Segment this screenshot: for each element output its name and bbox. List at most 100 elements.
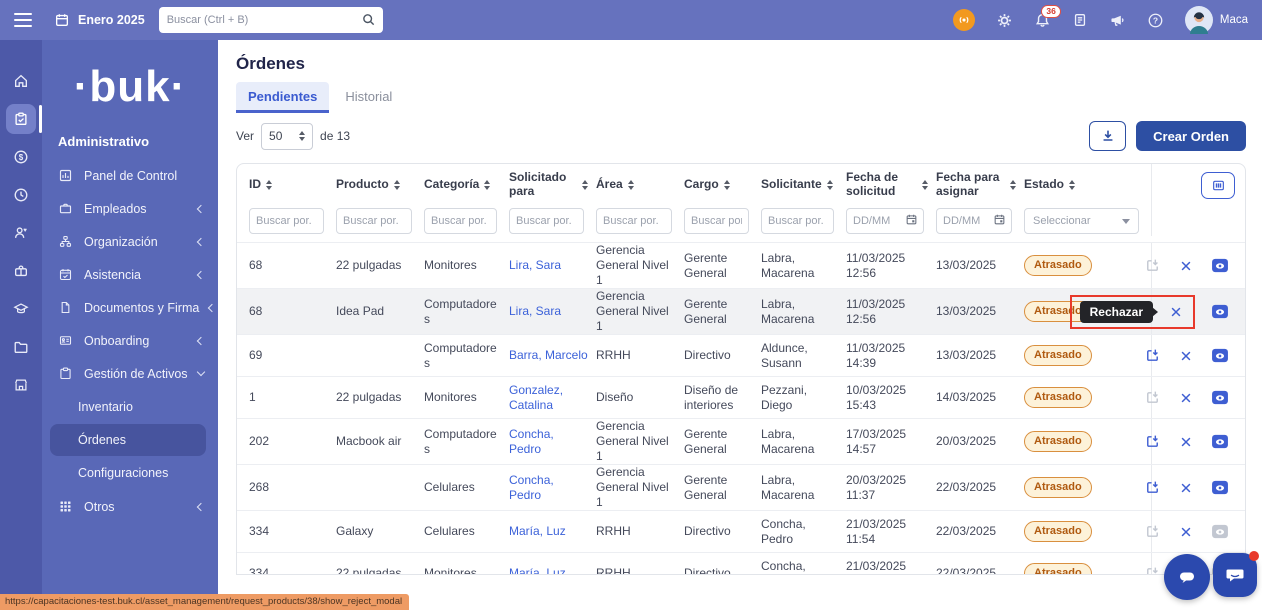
filter-estado-select[interactable]: Seleccionar [1024, 208, 1139, 234]
sidebar-subitem-ordenes[interactable]: Órdenes [50, 424, 206, 456]
sidebar-item-documentos-y-firma[interactable]: Documentos y Firma [42, 291, 218, 324]
per-page-select[interactable]: 50 [261, 123, 313, 150]
hamburger-menu-icon[interactable] [14, 13, 32, 27]
marketplace-store-icon[interactable] [6, 370, 36, 400]
notes-icon[interactable] [1072, 12, 1088, 28]
period-selector[interactable]: Enero 2025 [54, 12, 145, 28]
sidebar-subitem-inventario[interactable]: Inventario [50, 391, 206, 423]
cell-fecha-solicitud: 11/03/202514:39 [846, 341, 936, 371]
chevron-left-icon [197, 270, 205, 278]
cell-area: RRHH [596, 566, 684, 575]
view-order-button[interactable] [1211, 303, 1229, 321]
settings-gear-icon[interactable] [996, 12, 1013, 29]
assign-order-button[interactable] [1143, 479, 1161, 497]
assign-order-button[interactable] [1143, 347, 1161, 365]
filter-cargo-input[interactable] [684, 208, 749, 234]
column-header-area[interactable]: Área [596, 178, 684, 192]
view-order-button[interactable] [1211, 257, 1229, 275]
filter-id-input[interactable] [249, 208, 324, 234]
assign-order-button[interactable] [1143, 389, 1161, 407]
assign-order-button[interactable] [1143, 433, 1161, 451]
column-header-solicitante[interactable]: Solicitante [761, 178, 846, 192]
reject-annotation-box: Rechazar [1177, 433, 1195, 451]
column-header-cargo[interactable]: Cargo [684, 178, 761, 192]
create-order-button[interactable]: Crear Orden [1136, 121, 1246, 151]
reject-order-button[interactable] [1177, 433, 1195, 451]
filter-fecha-solicitud-input[interactable] [846, 208, 924, 234]
filter-categoria-input[interactable] [424, 208, 497, 234]
assign-order-button[interactable] [1143, 257, 1161, 275]
solicitado-para-link[interactable]: Concha, Pedro [509, 427, 554, 456]
solicitado-para-link[interactable]: Concha, Pedro [509, 473, 554, 502]
filter-solicitante-input[interactable] [761, 208, 834, 234]
column-header-fecha-solicitud[interactable]: Fecha de solicitud [846, 171, 936, 199]
export-download-button[interactable] [1089, 121, 1126, 151]
tab-historial[interactable]: Historial [333, 82, 404, 113]
cell-area: Gerencia General Nivel 1 [596, 419, 684, 464]
reject-order-button[interactable] [1177, 523, 1195, 541]
sidebar-item-gestion-de-activos[interactable]: Gestión de Activos [42, 357, 218, 390]
benefits-icon[interactable] [6, 256, 36, 286]
search-icon[interactable] [361, 12, 376, 32]
training-graduation-icon[interactable] [6, 294, 36, 324]
view-order-button[interactable] [1211, 433, 1229, 451]
column-settings-button[interactable] [1201, 172, 1235, 199]
sidebar-item-onboarding[interactable]: Onboarding [42, 324, 218, 357]
user-profile[interactable]: Maca [1185, 6, 1248, 34]
sidebar-item-otros[interactable]: Otros [42, 490, 218, 523]
solicitado-para-link[interactable]: Barra, Marcelo [509, 348, 588, 362]
solicitado-para-link[interactable]: Lira, Sara [509, 304, 561, 318]
help-chat-button[interactable] [1213, 553, 1257, 597]
filter-fecha-asignar-input[interactable] [936, 208, 1012, 234]
view-order-button[interactable] [1211, 479, 1229, 497]
column-header-estado[interactable]: Estado [1024, 178, 1151, 192]
notifications-bell-icon[interactable]: 36 [1034, 12, 1051, 29]
filter-area-input[interactable] [596, 208, 672, 234]
filter-producto-input[interactable] [336, 208, 412, 234]
tab-pendientes[interactable]: Pendientes [236, 82, 329, 113]
cell-fecha-asignar: 13/03/2025 [936, 304, 1024, 319]
column-header-categoria[interactable]: Categoría [424, 178, 509, 192]
sidebar-item-panel-de-control[interactable]: Panel de Control [42, 159, 218, 192]
view-order-button[interactable] [1211, 523, 1229, 541]
sidebar-item-organizacion[interactable]: Organización [42, 225, 218, 258]
view-order-button[interactable] [1211, 347, 1229, 365]
home-icon[interactable] [6, 66, 36, 96]
view-order-button[interactable] [1211, 389, 1229, 407]
reject-order-button[interactable] [1177, 389, 1195, 407]
talent-icon[interactable]: ♥ [6, 218, 36, 248]
solicitado-para-link[interactable]: Lira, Sara [509, 258, 561, 272]
search-input[interactable] [159, 7, 383, 33]
documents-folder-icon[interactable] [6, 332, 36, 362]
reject-order-button[interactable] [1177, 347, 1195, 365]
filter-solicitado-para-input[interactable] [509, 208, 584, 234]
time-clock-icon[interactable] [6, 180, 36, 210]
solicitado-para-link[interactable]: María, Luz [509, 524, 566, 538]
sidebar-item-asistencia[interactable]: Asistencia [42, 258, 218, 291]
select-placeholder: Seleccionar [1033, 215, 1090, 227]
column-header-fecha-asignar[interactable]: Fecha para asignar [936, 171, 1024, 199]
assign-order-button[interactable] [1143, 565, 1161, 576]
sidebar-rail: $ ♥ [0, 40, 42, 610]
solicitado-para-link[interactable]: María, Luz [509, 566, 566, 575]
assign-order-button[interactable] [1143, 523, 1161, 541]
reject-order-button[interactable] [1177, 257, 1195, 275]
feedback-chat-button[interactable] [1164, 554, 1210, 600]
reject-order-button[interactable] [1167, 303, 1185, 321]
cell-fecha-solicitud: 21/03/202511:54 [846, 559, 936, 576]
solicitado-para-link[interactable]: Gonzalez, Catalina [509, 383, 563, 412]
cell-solicitante: Labra, Macarena [761, 473, 846, 503]
column-header-producto[interactable]: Producto [336, 178, 424, 192]
column-header-solicitado-para[interactable]: Solicitado para [509, 171, 596, 199]
asset-management-rail-icon[interactable] [6, 104, 36, 134]
help-icon[interactable]: ? [1147, 12, 1164, 29]
table-row: 268 Celulares Concha, Pedro Gerencia Gen… [237, 464, 1245, 510]
support-icon[interactable] [953, 9, 975, 31]
sidebar-item-empleados[interactable]: Empleados [42, 192, 218, 225]
cell-solicitado-para: Lira, Sara [509, 304, 596, 319]
announcements-megaphone-icon[interactable] [1109, 12, 1126, 29]
reject-order-button[interactable] [1177, 479, 1195, 497]
payroll-dollar-icon[interactable]: $ [6, 142, 36, 172]
sidebar-subitem-configuraciones[interactable]: Configuraciones [50, 457, 206, 489]
column-header-id[interactable]: ID [249, 178, 336, 192]
